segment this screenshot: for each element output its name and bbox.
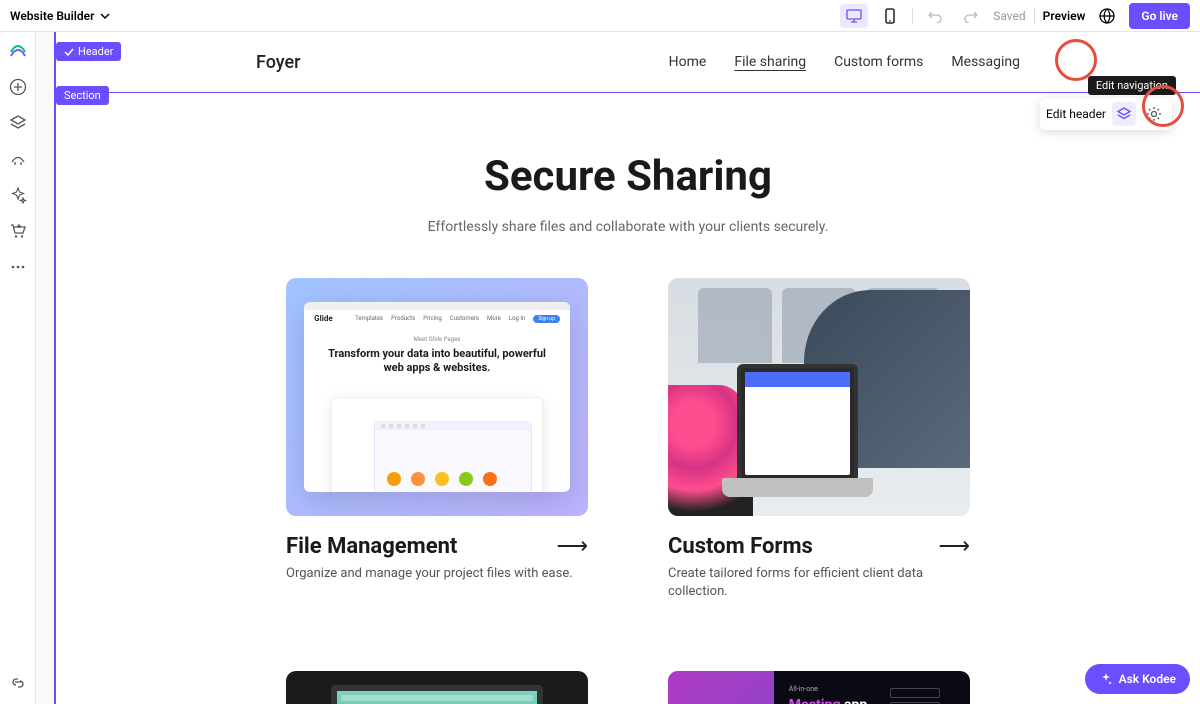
site-header[interactable]: Foyer Home File sharing Custom forms Mes… (56, 32, 1200, 92)
nav-messaging[interactable]: Messaging (951, 54, 1020, 70)
rail-logo-icon[interactable] (9, 42, 27, 60)
card-image: All-in-one Meeting app (668, 671, 970, 704)
edit-header-popover: Edit header (1040, 98, 1172, 130)
feature-card[interactable]: All-in-one Meeting app (668, 671, 970, 704)
site-nav: Home File sharing Custom forms Messaging (669, 54, 1020, 70)
styles-button[interactable] (9, 150, 27, 168)
more-button[interactable] (9, 258, 27, 276)
left-rail (0, 32, 36, 704)
feature-card[interactable] (286, 671, 588, 704)
editor-canvas: Header Section Foyer Home File sharing C… (36, 32, 1200, 704)
feature-grid: Glide Templates Products Pricing Custome… (56, 278, 1200, 704)
mobile-view-button[interactable] (876, 4, 904, 28)
site-brand[interactable]: Foyer (256, 52, 301, 73)
app-switcher[interactable]: Website Builder (10, 9, 110, 23)
card-title: Custom Forms (668, 534, 813, 559)
redo-button[interactable] (957, 4, 985, 28)
nav-custom-forms[interactable]: Custom forms (834, 54, 923, 70)
hero-section[interactable]: Secure Sharing Effortlessly share files … (56, 92, 1200, 278)
sparkle-icon (1099, 672, 1113, 686)
undo-icon (928, 9, 942, 23)
page-title: Secure Sharing (76, 152, 1180, 201)
feature-card[interactable]: Glide Templates Products Pricing Custome… (286, 278, 588, 601)
go-live-button[interactable]: Go live (1129, 3, 1190, 29)
canvas-inner[interactable]: Header Section Foyer Home File sharing C… (54, 32, 1200, 704)
nav-file-sharing[interactable]: File sharing (734, 54, 806, 70)
header-badge-label: Header (78, 45, 113, 58)
section-badge[interactable]: Section (56, 86, 109, 105)
ai-button[interactable] (9, 186, 27, 204)
save-status: Saved (993, 9, 1025, 23)
card-image: Glide Templates Products Pricing Custome… (286, 278, 588, 516)
layers-button[interactable] (9, 114, 27, 132)
undo-button[interactable] (921, 4, 949, 28)
mock-browser: Glide Templates Products Pricing Custome… (304, 302, 570, 492)
check-icon (64, 47, 74, 57)
redo-icon (964, 9, 978, 23)
add-button[interactable] (9, 78, 27, 96)
glide-brand: Glide (314, 314, 333, 323)
card-title: File Management (286, 534, 457, 559)
gear-icon (1146, 106, 1162, 122)
arrow-right-icon[interactable]: ⟶ (556, 534, 588, 559)
topbar-actions: Saved Preview Go live (840, 3, 1190, 29)
app-name: Website Builder (10, 9, 94, 23)
card-image (668, 278, 970, 516)
divider (912, 8, 913, 24)
globe-icon (1099, 8, 1115, 24)
mobile-icon (885, 8, 895, 24)
ask-kodee-label: Ask Kodee (1119, 672, 1176, 686)
page-subtitle: Effortlessly share files and collaborate… (398, 217, 858, 238)
chevron-down-icon (100, 11, 110, 21)
ask-kodee-button[interactable]: Ask Kodee (1085, 664, 1190, 694)
edit-navigation-button[interactable] (1112, 102, 1136, 126)
desktop-view-button[interactable] (840, 4, 868, 28)
link-button[interactable] (9, 674, 27, 692)
globe-button[interactable] (1093, 4, 1121, 28)
edit-header-label: Edit header (1046, 107, 1106, 121)
desktop-icon (846, 9, 862, 23)
card-image (286, 671, 588, 704)
layers-icon (1116, 106, 1132, 122)
card-description: Organize and manage your project files w… (286, 565, 588, 583)
header-settings-button[interactable] (1142, 102, 1166, 126)
section-divider-line (56, 92, 1200, 93)
arrow-right-icon[interactable]: ⟶ (938, 534, 970, 559)
edit-navigation-tooltip: Edit navigation (1088, 76, 1176, 95)
nav-home[interactable]: Home (669, 54, 707, 70)
header-selection-badge[interactable]: Header (56, 42, 121, 61)
preview-button[interactable]: Preview (1043, 9, 1086, 23)
feature-card[interactable]: Custom Forms ⟶ Create tailored forms for… (668, 278, 970, 601)
cart-button[interactable] (9, 222, 27, 240)
divider (1034, 8, 1035, 24)
card-description: Create tailored forms for efficient clie… (668, 565, 970, 601)
app-topbar: Website Builder Saved Preview Go live (0, 0, 1200, 32)
